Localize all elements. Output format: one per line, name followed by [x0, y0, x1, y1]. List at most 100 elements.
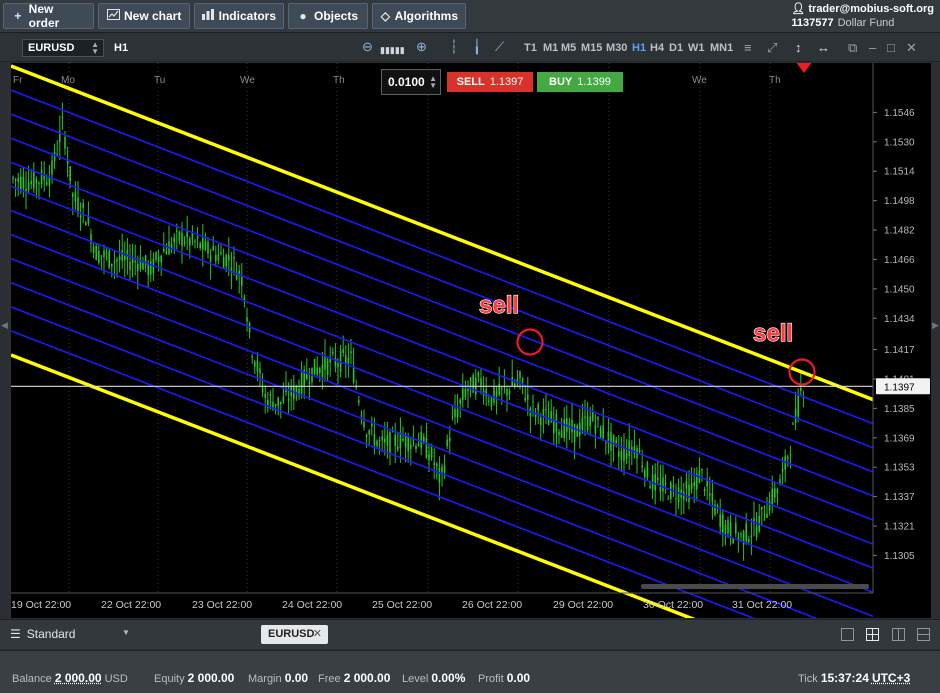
candle-body [449, 437, 451, 442]
expand-icon[interactable]: ⤢ [767, 40, 777, 56]
minimize-icon[interactable]: – [869, 40, 876, 55]
candle-body [714, 504, 716, 515]
candle-body [402, 439, 404, 441]
close-icon[interactable]: ✕ [906, 40, 917, 56]
time-scrollbar [641, 584, 869, 589]
channel-inner-line [11, 257, 874, 594]
candle-body [501, 387, 503, 389]
timeframe-h1[interactable]: H1 [632, 42, 646, 54]
layout-single-icon[interactable] [841, 628, 854, 641]
plus-icon: + [14, 9, 22, 23]
buy-button[interactable]: BUY 1.1399 [537, 72, 623, 92]
sell-button[interactable]: SELL 1.1397 [447, 72, 533, 92]
candle-body [638, 449, 641, 452]
candle-body [787, 456, 789, 459]
candle-body [207, 241, 209, 254]
zoom-in-icon[interactable]: ⊕ [416, 40, 427, 54]
free-label: Free [318, 673, 341, 685]
horizontal-scale-icon[interactable]: ↔ [817, 40, 830, 55]
sell-annotation: sell [753, 320, 793, 347]
timezone-selector[interactable]: UTC+3 [872, 671, 910, 685]
current-price-label: 1.1397 [884, 382, 915, 393]
chart-tab-eurusd[interactable]: EURUSD ✕ [261, 625, 328, 644]
scroll-right-icon[interactable]: ▶ [932, 320, 939, 331]
x-tick-label: 19 Oct 22:00 [11, 599, 71, 611]
line-chart-type-icon[interactable]: ⟋ [495, 40, 504, 54]
symbol-selector[interactable]: EURUSD ▲ ▼ [22, 39, 104, 57]
candle-body [378, 440, 381, 442]
new-chart-button[interactable]: New chart [98, 3, 190, 29]
timeframe-mn1[interactable]: MN1 [710, 42, 733, 54]
candle-body [345, 355, 347, 364]
objects-button[interactable]: ● Objects [288, 3, 368, 29]
buy-label: BUY [549, 76, 573, 88]
timeframe-m30[interactable]: M30 [606, 42, 627, 54]
candle-body [77, 197, 79, 213]
candle-body [352, 365, 355, 383]
timeframe-t1[interactable]: T1 [524, 42, 537, 54]
candle-body [337, 363, 339, 367]
candle-body [129, 261, 131, 270]
y-tick-label: 1.1514 [884, 167, 915, 178]
timeframe-w1[interactable]: W1 [688, 42, 705, 54]
grid-icon[interactable]: ≡ [744, 40, 752, 55]
candle-body [771, 488, 773, 505]
timeframe-m15[interactable]: M15 [581, 42, 602, 54]
candle-body [524, 397, 526, 401]
price-chart[interactable]: Fr Mo Tu We Th We Th 1.1546 1.1530 1.1514 1.1498 1.… [11, 63, 931, 618]
candle-body [521, 377, 524, 383]
close-tab-icon[interactable]: ✕ [313, 627, 322, 640]
new-order-button[interactable]: + New order [3, 2, 94, 30]
candle-body [306, 373, 308, 380]
candle-body [22, 177, 25, 189]
vertical-scale-icon[interactable]: ↕ [795, 40, 802, 55]
candle-body [246, 317, 248, 322]
scroll-left-icon[interactable]: ◀ [1, 320, 8, 331]
zoom-slider[interactable]: ▮▮▮▮▮ [380, 43, 405, 57]
timeframe-m1[interactable]: M1 [543, 42, 558, 54]
channel-upper-line [11, 64, 874, 402]
maximize-icon[interactable]: □ [887, 40, 895, 55]
candle-body [274, 403, 277, 407]
candle-body [212, 245, 214, 251]
candle-body [178, 231, 181, 241]
algorithms-button[interactable]: ◇ Algorithms [372, 3, 466, 29]
candle-body [142, 262, 144, 270]
candle-body [677, 487, 680, 503]
lot-size-input[interactable]: 0.0100 ▲ ▼ [381, 69, 441, 95]
chart-svg[interactable]: Fr Mo Tu We Th We Th1.15461.15301.15141.14981.… [11, 63, 931, 618]
layout-columns-icon[interactable] [892, 628, 905, 641]
layout-grid-icon[interactable] [866, 628, 879, 641]
candle-body [342, 349, 344, 353]
candle-body [438, 467, 441, 483]
zoom-out-icon[interactable]: ⊖ [362, 40, 373, 54]
candle-body [105, 252, 108, 255]
candle-body [295, 386, 298, 393]
user-account[interactable]: 👤︎ trader@mobius-soft.org 1137577 Dollar … [791, 2, 934, 30]
balance-value: 2 000.00 [54, 671, 102, 685]
candle-body [623, 447, 625, 462]
profit: Profit 0.00 [478, 671, 530, 685]
candle-body [404, 434, 407, 448]
candle-body [415, 445, 417, 450]
timeframe-m5[interactable]: M5 [561, 42, 576, 54]
candle-body [761, 506, 763, 510]
channel-inner-line [11, 282, 874, 618]
bar-chart-type-icon[interactable]: ┆ [450, 40, 458, 54]
candle-body [100, 255, 103, 257]
candle-body [61, 116, 64, 119]
free-value: 2 000.00 [343, 671, 391, 685]
x-tick-label: 26 Oct 22:00 [462, 599, 522, 611]
timeframe-d1[interactable]: D1 [669, 42, 683, 54]
layout-rows-icon[interactable] [917, 628, 930, 641]
popout-icon[interactable]: ⧉ [848, 40, 857, 56]
balance-label: Balance [12, 673, 52, 685]
indicators-button[interactable]: Indicators [194, 3, 284, 29]
timeframe-h4[interactable]: H4 [650, 42, 664, 54]
channel-inner-line [11, 113, 874, 449]
workspace-selector[interactable]: ☰ Standard [10, 627, 75, 641]
chevron-down-icon[interactable]: ▼ [122, 628, 130, 637]
candle-body [269, 394, 272, 396]
x-tick-label: 25 Oct 22:00 [372, 599, 432, 611]
candle-chart-type-icon[interactable]: ╽ [473, 40, 481, 54]
